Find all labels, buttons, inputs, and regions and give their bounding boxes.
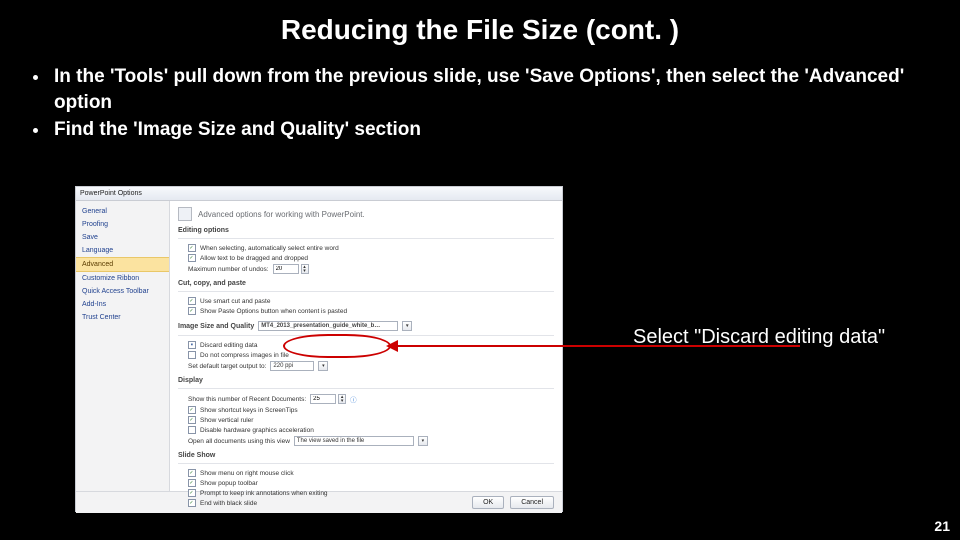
opt-label: Do not compress images in file: [200, 352, 289, 359]
sidebar-item-proofing[interactable]: Proofing: [76, 218, 169, 231]
spin-icon[interactable]: ▴▾: [338, 394, 346, 404]
section-display-label: Display: [178, 377, 554, 384]
recent-docs-label: Show this number of Recent Documents:: [188, 396, 306, 403]
advanced-header-icon: [178, 207, 192, 221]
checkbox-popup-toolbar[interactable]: [188, 479, 196, 487]
page-number: 21: [934, 518, 950, 534]
image-quality-file-select[interactable]: MT4_2013_presentation_guide_white_b…: [258, 321, 398, 331]
opt-label: When selecting, automatically select ent…: [200, 245, 339, 252]
section-editing-label: Editing options: [178, 227, 554, 234]
bullet-list: In the 'Tools' pull down from the previo…: [0, 46, 960, 143]
opt-label: Show shortcut keys in ScreenTips: [200, 407, 298, 414]
section-image-label: Image Size and Quality: [178, 323, 254, 330]
checkbox-right-click-menu[interactable]: [188, 469, 196, 477]
slide-title: Reducing the File Size (cont. ): [0, 0, 960, 46]
opt-label: Allow text to be dragged and dropped: [200, 255, 308, 262]
advanced-header-text: Advanced options for working with PowerP…: [198, 210, 365, 219]
chevron-down-icon[interactable]: ▾: [418, 436, 428, 446]
opt-label: End with black slide: [200, 500, 257, 507]
bullet-item: In the 'Tools' pull down from the previo…: [50, 64, 930, 115]
bullet-item: Find the 'Image Size and Quality' sectio…: [50, 117, 930, 143]
checkbox-drag-drop[interactable]: [188, 254, 196, 262]
opt-label: Show vertical ruler: [200, 417, 253, 424]
sidebar-item-advanced[interactable]: Advanced: [76, 257, 169, 272]
info-icon: ⓘ: [350, 394, 357, 404]
chevron-down-icon[interactable]: ▾: [318, 361, 328, 371]
open-view-label: Open all documents using this view: [188, 438, 290, 445]
open-view-select[interactable]: The view saved in the file: [294, 436, 414, 446]
dialog-panel: Advanced options for working with PowerP…: [170, 201, 562, 491]
checkbox-end-black[interactable]: [188, 499, 196, 507]
sidebar-item-general[interactable]: General: [76, 205, 169, 218]
recent-docs-input[interactable]: [310, 394, 336, 404]
opt-label: Disable hardware graphics acceleration: [200, 427, 314, 434]
spin-icon[interactable]: ▴▾: [301, 264, 309, 274]
section-cut-label: Cut, copy, and paste: [178, 280, 554, 287]
sidebar-item-qat[interactable]: Quick Access Toolbar: [76, 285, 169, 298]
sidebar-item-language[interactable]: Language: [76, 244, 169, 257]
opt-label: Prompt to keep ink annotations when exit…: [200, 490, 328, 497]
opt-label: Use smart cut and paste: [200, 298, 270, 305]
checkbox-show-shortcuts[interactable]: [188, 406, 196, 414]
sidebar-item-save[interactable]: Save: [76, 231, 169, 244]
checkbox-discard-editing-data[interactable]: [188, 341, 196, 349]
checkbox-disable-hw-accel[interactable]: [188, 426, 196, 434]
sidebar-item-customize-ribbon[interactable]: Customize Ribbon: [76, 272, 169, 285]
callout-text: Select "Discard editing data": [633, 325, 885, 350]
dialog-sidebar: General Proofing Save Language Advanced …: [76, 201, 170, 491]
section-slideshow-label: Slide Show: [178, 452, 554, 459]
opt-label: Show menu on right mouse click: [200, 470, 294, 477]
target-output-label: Set default target output to:: [188, 363, 266, 370]
chevron-down-icon[interactable]: ▾: [402, 321, 412, 331]
opt-label: Show Paste Options button when content i…: [200, 308, 347, 315]
checkbox-no-compress[interactable]: [188, 351, 196, 359]
opt-label: Discard editing data: [200, 342, 257, 349]
undo-label: Maximum number of undos:: [188, 266, 269, 273]
opt-label: Show popup toolbar: [200, 480, 258, 487]
checkbox-paste-options[interactable]: [188, 307, 196, 315]
undo-input[interactable]: [273, 264, 299, 274]
sidebar-item-trust-center[interactable]: Trust Center: [76, 311, 169, 324]
target-output-select[interactable]: 220 ppi: [270, 361, 314, 371]
checkbox-select-word[interactable]: [188, 244, 196, 252]
dialog-titlebar: PowerPoint Options: [76, 187, 562, 201]
checkbox-smart-cut[interactable]: [188, 297, 196, 305]
checkbox-ink-prompt[interactable]: [188, 489, 196, 497]
checkbox-vertical-ruler[interactable]: [188, 416, 196, 424]
sidebar-item-addins[interactable]: Add-Ins: [76, 298, 169, 311]
powerpoint-options-dialog: PowerPoint Options General Proofing Save…: [75, 186, 563, 512]
